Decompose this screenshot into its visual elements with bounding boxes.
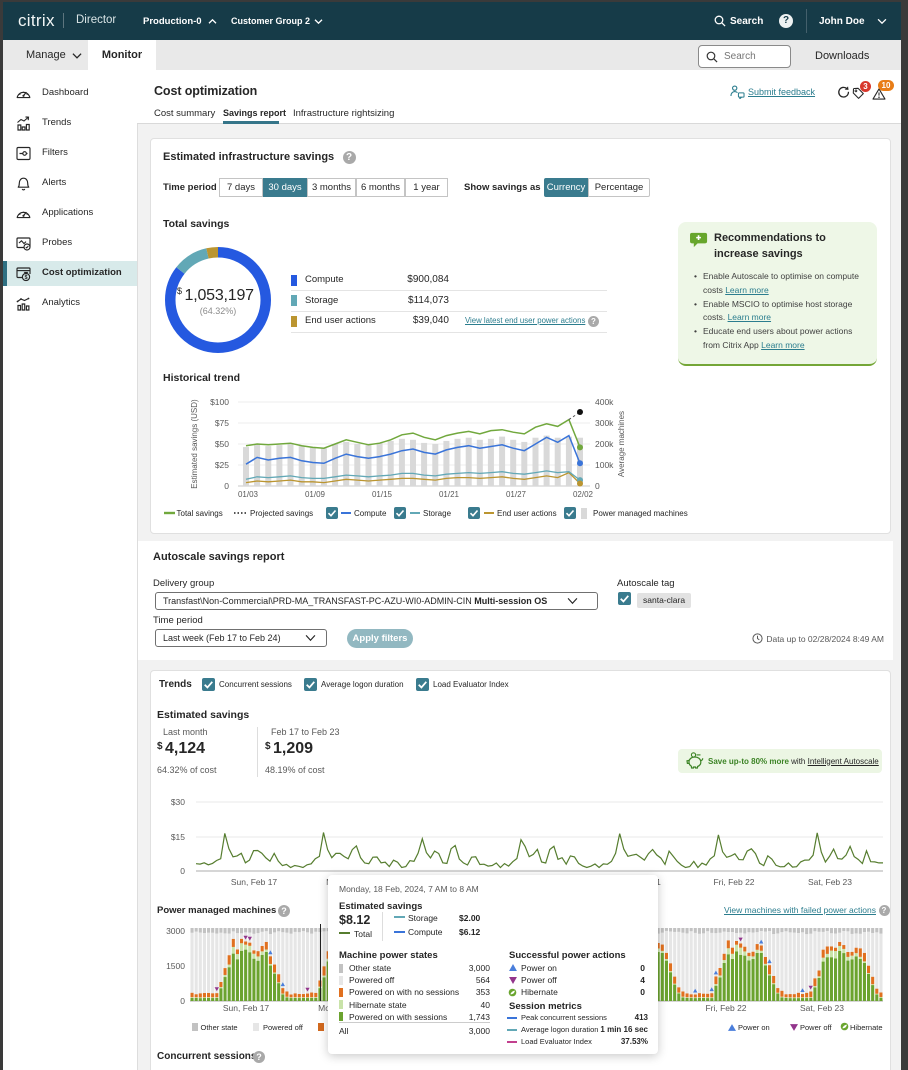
svg-text:Projected savings: Projected savings [250,509,313,518]
svg-text:Sat, Feb 23: Sat, Feb 23 [800,1003,844,1013]
svg-text:Total savings: Total savings [177,509,223,518]
svg-text:0: 0 [224,481,229,491]
svg-text:$25: $25 [215,460,229,470]
svg-text:0: 0 [595,481,600,491]
svg-text:$100: $100 [210,397,229,407]
svg-text:Estimated savings (USD): Estimated savings (USD) [190,399,199,489]
svg-text:0: 0 [180,996,185,1006]
svg-text:3000: 3000 [166,926,185,936]
svg-text:Average machines: Average machines [617,411,626,477]
svg-text:Fri, Feb 22: Fri, Feb 22 [713,877,754,887]
svg-text:01/09: 01/09 [305,490,326,499]
svg-text:1500: 1500 [166,961,185,971]
svg-text:01/21: 01/21 [439,490,460,499]
svg-text:200k: 200k [595,439,614,449]
svg-text:$15: $15 [171,832,185,842]
svg-text:$30: $30 [171,797,185,807]
svg-text:0: 0 [180,866,185,876]
svg-text:Sun, Feb 17: Sun, Feb 17 [223,1003,270,1013]
svg-text:$75: $75 [215,418,229,428]
svg-text:02/02: 02/02 [573,490,594,499]
svg-text:01/03: 01/03 [238,490,259,499]
svg-text:Sat, Feb 23: Sat, Feb 23 [808,877,852,887]
svg-text:01/27: 01/27 [506,490,527,499]
svg-text:$50: $50 [215,439,229,449]
svg-text:Fri, Feb 22: Fri, Feb 22 [705,1003,746,1013]
svg-text:01/15: 01/15 [372,490,393,499]
svg-text:100k: 100k [595,460,614,470]
svg-text:400k: 400k [595,397,614,407]
svg-text:Sun, Feb 17: Sun, Feb 17 [231,877,278,887]
svg-text:$: $ [24,275,27,281]
svg-text:300k: 300k [595,418,614,428]
